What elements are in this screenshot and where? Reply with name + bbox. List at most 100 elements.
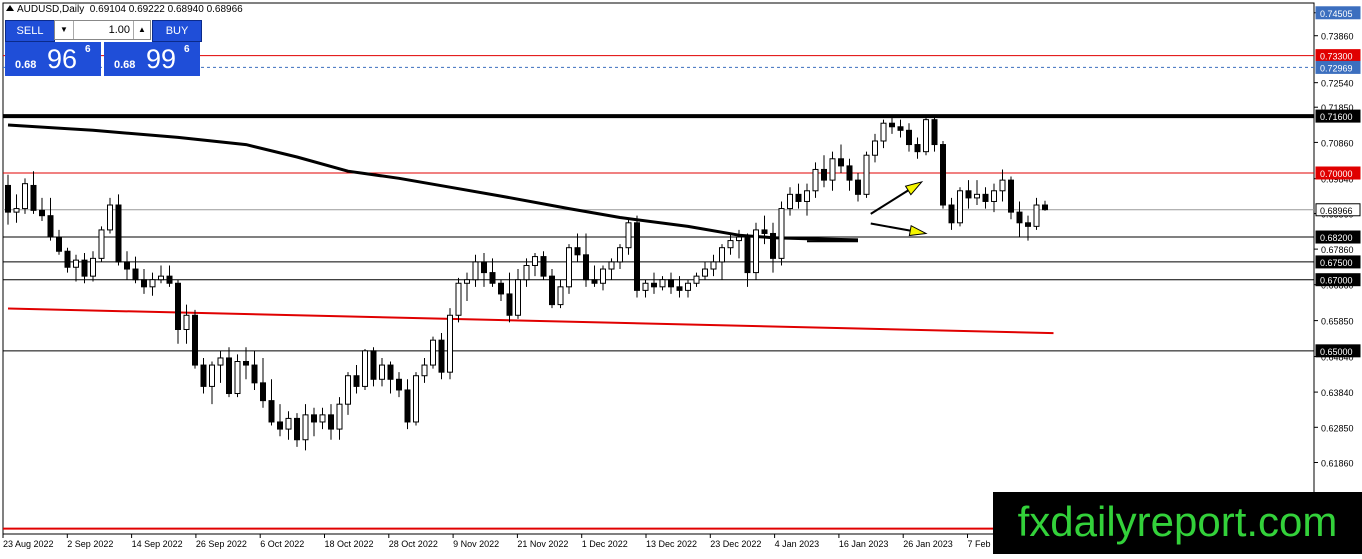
candle-body [311, 414, 317, 423]
price-tag: 0.71600 [1315, 109, 1361, 123]
candle-body [302, 414, 309, 441]
candle [634, 215, 640, 298]
sell-price-sup: 6 [85, 44, 91, 55]
candle-body [370, 350, 377, 380]
chevron-up-icon[interactable]: ▲ [133, 21, 150, 39]
x-tick-label: 1 Dec 2022 [582, 539, 628, 549]
price-tag: 0.68200 [1315, 230, 1361, 244]
candle-body [209, 364, 215, 387]
candle-body [506, 293, 513, 316]
x-tick-label: 23 Aug 2022 [3, 539, 54, 549]
price-tag: 0.73300 [1315, 49, 1361, 63]
candle-body [47, 215, 54, 238]
candle-body [914, 144, 921, 153]
candle-body [846, 165, 853, 181]
candle-body [472, 261, 479, 281]
candle-body [668, 279, 674, 288]
candle-body [515, 279, 521, 316]
candle-body [676, 286, 683, 291]
candle-body [863, 154, 870, 195]
candle [923, 117, 929, 156]
candle-body [200, 364, 207, 387]
price-tag: 0.65000 [1315, 344, 1361, 358]
sell-price-prefix: 0.68 [15, 59, 37, 71]
candle-body [532, 256, 538, 266]
candle-body [183, 314, 190, 330]
candle-body [5, 184, 11, 213]
candle-body [880, 122, 887, 142]
candle-body [124, 261, 130, 270]
price-chart-canvas: 0.745050.738600.725400.718500.708600.698… [2, 2, 1361, 549]
candle-body [115, 204, 122, 263]
price-tag-label: 0.72969 [1320, 63, 1353, 73]
candle-body [464, 279, 470, 284]
candle-body [328, 414, 334, 430]
candle-body [243, 361, 249, 366]
candle-body [277, 421, 283, 430]
price-tag-label: 0.68966 [1320, 206, 1353, 216]
buy-price-quote[interactable]: 0.68 99 6 [104, 42, 200, 76]
price-tag-label: 0.67000 [1320, 276, 1353, 286]
lot-size-value[interactable]: 1.00 [77, 21, 130, 39]
candle [566, 244, 572, 294]
candle-body [991, 190, 997, 202]
chevron-down-icon[interactable]: ▼ [55, 21, 74, 39]
x-tick-label: 4 Jan 2023 [775, 539, 820, 549]
candle-body [557, 286, 564, 306]
candle-body [982, 193, 989, 202]
candle [430, 336, 436, 369]
candle [455, 277, 462, 323]
x-tick-label: 13 Dec 2022 [646, 539, 697, 549]
candle-body [73, 259, 79, 268]
price-tag: 0.74505 [1315, 6, 1361, 20]
candle [192, 309, 198, 369]
candle-body [642, 282, 649, 291]
candle-body [1025, 222, 1031, 227]
candle-body [872, 140, 878, 156]
sell-button[interactable]: SELL [5, 20, 55, 42]
candle-body [804, 190, 810, 202]
candle-body [345, 375, 351, 405]
candle-body [659, 279, 666, 288]
buy-price-sup: 6 [184, 44, 190, 55]
x-tick-label: 18 Oct 2022 [325, 539, 374, 549]
candle-body [923, 119, 929, 153]
x-tick-label: 16 Jan 2023 [839, 539, 889, 549]
y-tick-label: 0.61860 [1321, 459, 1354, 469]
lot-size-field[interactable]: ▼ 1.00 ▲ [54, 20, 151, 40]
candle-body [693, 275, 700, 284]
candle-body [838, 158, 844, 167]
sell-price-quote[interactable]: 0.68 96 6 [5, 42, 101, 76]
candle-body [489, 272, 496, 284]
price-tag-label: 0.70000 [1320, 169, 1353, 179]
y-tick-label: 0.62850 [1321, 423, 1354, 433]
candle-body [404, 389, 411, 423]
candle [863, 151, 870, 198]
triangle-icon [6, 5, 14, 11]
candle-body [744, 236, 751, 274]
buy-button[interactable]: BUY [152, 20, 202, 42]
candle-body [965, 190, 972, 199]
chart-title: AUDUSD,Daily 0.69104 0.69222 0.68940 0.6… [6, 4, 243, 15]
price-tag: 0.68966 [1315, 203, 1361, 217]
candle [447, 308, 453, 380]
candle-body [90, 257, 96, 277]
x-tick-label: 2 Sep 2022 [67, 539, 113, 549]
candle-body [523, 264, 530, 281]
candle-body [362, 350, 368, 387]
candle-body [455, 282, 462, 316]
price-tag: 0.67500 [1315, 255, 1361, 269]
candle-body [336, 403, 343, 430]
candle [362, 349, 368, 390]
one-click-trading-panel: SELL ▼ 1.00 ▲ BUY 0.68 96 6 0.68 99 6 [5, 20, 202, 76]
candle-body [430, 339, 436, 366]
candle [940, 140, 946, 209]
candle-body [1042, 204, 1048, 211]
candle-body [30, 184, 37, 211]
candle-body [948, 204, 955, 224]
candle-body [625, 222, 632, 249]
candle-body [22, 183, 28, 210]
x-tick-label: 14 Sep 2022 [132, 539, 183, 549]
candle-body [702, 268, 708, 277]
candle-body [829, 158, 836, 181]
